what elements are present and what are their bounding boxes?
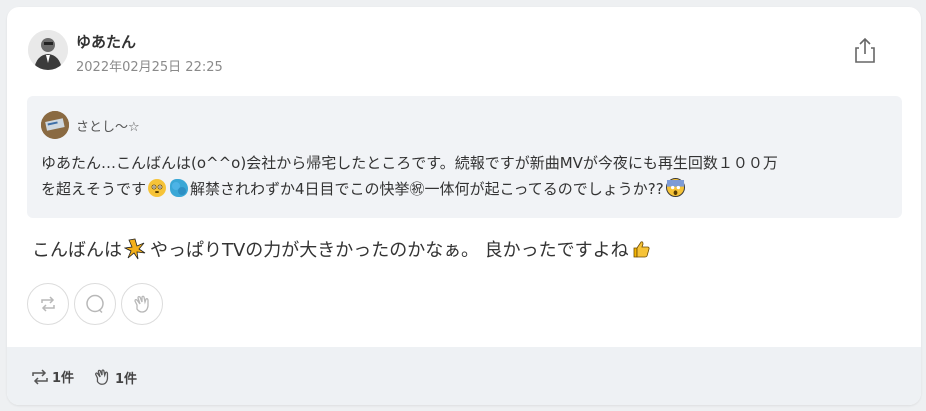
quote-text-line1: ゆあたん…こんばんは(o^^o)会社から帰宅したところです。続報ですが新曲MVが… (41, 154, 778, 172)
quote-avatar-image (41, 111, 69, 139)
quoted-post[interactable]: さとし～☆ ゆあたん…こんばんは(o^^o)会社から帰宅したところです。続報です… (27, 96, 902, 218)
quote-text: ゆあたん…こんばんは(o^^o)会社から帰宅したところです。続報ですが新曲MVが… (41, 150, 891, 202)
screaming-face-icon (665, 178, 685, 197)
quote-text-line2b: 解禁されわずか4日目でこの快挙㊗一体何が起こってるのでしょうか?? (190, 180, 664, 198)
repost-count-label: 1件 (52, 371, 75, 386)
quote-author-avatar[interactable] (41, 111, 69, 139)
share-icon (855, 37, 875, 63)
clap-icon (134, 295, 149, 313)
flushed-face-icon (148, 179, 167, 197)
post-body-b: やっぱりTVの力が大きかったのかなぁ。 良かったですよね (150, 240, 629, 261)
author-avatar[interactable] (28, 30, 68, 70)
sweat-droplets-icon (170, 179, 189, 197)
clap-count-icon (94, 369, 109, 385)
collision-icon (123, 238, 146, 260)
post-footer: 1件 1件 (7, 347, 921, 405)
post-body: こんばんは やっぱりTVの力が大きかったのかなぁ。 良かったですよね (32, 236, 651, 262)
repost-button[interactable] (27, 283, 69, 325)
post-timestamp: 2022年02月25日 22:25 (76, 60, 223, 75)
quote-text-line2a: を超えそうです (41, 180, 147, 198)
post-card: ゆあたん 2022年02月25日 22:25 さとし～☆ ゆあたん…こんばんは(… (7, 7, 921, 405)
clap-button[interactable] (121, 283, 163, 325)
repost-icon (41, 296, 55, 312)
clap-count-label: 1件 (115, 371, 138, 387)
share-button[interactable] (850, 35, 880, 65)
repost-count[interactable]: 1件 (30, 367, 74, 386)
clap-count[interactable]: 1件 (91, 367, 137, 387)
avatar-photo (28, 30, 68, 70)
quote-author-name[interactable]: さとし～☆ (76, 116, 140, 135)
comment-button[interactable] (74, 283, 116, 325)
repost-count-icon (32, 368, 48, 385)
post-body-a: こんばんは (32, 240, 122, 261)
author-name[interactable]: ゆあたん (76, 31, 136, 52)
thumbs-up-icon (631, 239, 651, 259)
comment-icon (86, 294, 104, 314)
